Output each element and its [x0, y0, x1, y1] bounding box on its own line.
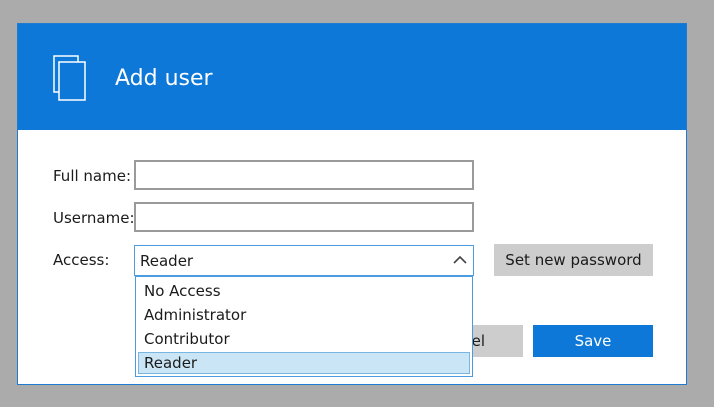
- access-select-value: Reader: [140, 252, 194, 270]
- dialog-header: Add user: [18, 24, 686, 130]
- set-new-password-button[interactable]: Set new password: [494, 244, 653, 276]
- access-option-reader[interactable]: Reader: [138, 352, 470, 374]
- access-dropdown-list: No Access Administrator Contributor Read…: [135, 276, 473, 377]
- chevron-up-icon[interactable]: [453, 253, 467, 267]
- access-option-no-access[interactable]: No Access: [138, 280, 470, 302]
- access-option-administrator[interactable]: Administrator: [138, 304, 470, 326]
- full-name-label: Full name:: [53, 167, 132, 185]
- save-button[interactable]: Save: [533, 325, 653, 357]
- add-user-dialog: Add user Full name: Username: Access: Re…: [17, 23, 687, 385]
- copy-icon: [53, 55, 86, 101]
- username-input[interactable]: [134, 202, 474, 232]
- full-name-input[interactable]: [134, 160, 474, 190]
- username-label: Username:: [53, 209, 135, 227]
- dialog-title: Add user: [115, 66, 213, 91]
- access-label: Access:: [53, 251, 110, 269]
- screen-background: Add user Full name: Username: Access: Re…: [0, 0, 714, 407]
- access-select[interactable]: Reader: [134, 245, 474, 276]
- access-option-contributor[interactable]: Contributor: [138, 328, 470, 350]
